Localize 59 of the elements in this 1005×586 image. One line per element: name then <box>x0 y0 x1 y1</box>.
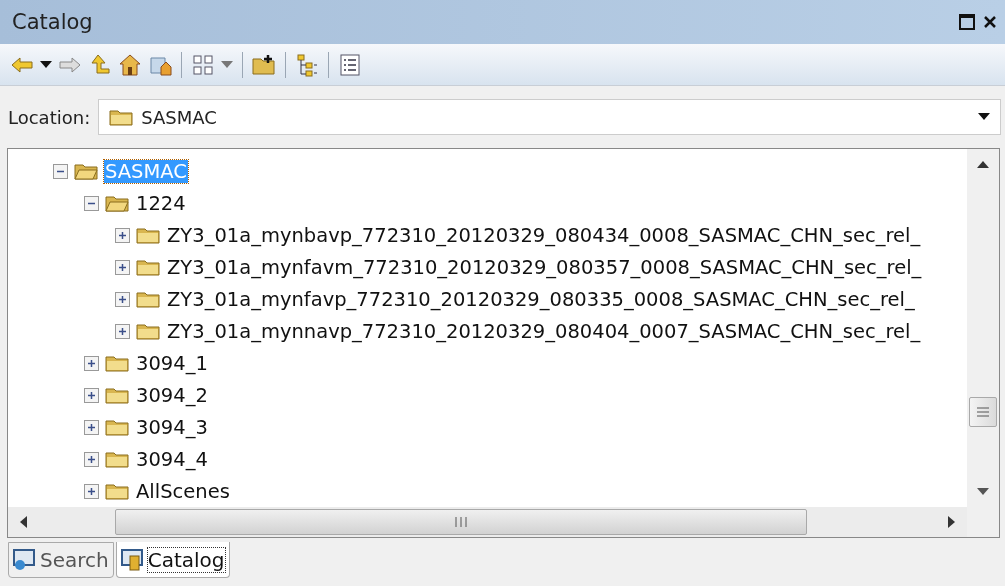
caret-icon[interactable] <box>40 60 52 69</box>
list-view-icon[interactable] <box>338 52 362 77</box>
tab[interactable]: Search <box>8 542 114 578</box>
tab[interactable]: Catalog <box>115 542 230 578</box>
search-window-icon <box>13 549 37 571</box>
folder-icon <box>105 482 129 500</box>
new-folder-icon[interactable] <box>252 52 276 77</box>
caret-icon[interactable] <box>978 113 990 121</box>
tree-item[interactable]: ZY3_01a_mynfavm_772310_20120329_080357_0008_SASMAC_CHN_sec_rel_ <box>166 255 923 279</box>
catalog-window-icon <box>120 548 145 571</box>
expand-icon[interactable] <box>84 419 99 435</box>
tree-item[interactable]: ZY3_01a_mynnavp_772310_20120329_080404_0007_SASMAC_CHN_sec_rel_ <box>166 319 922 343</box>
tree-item[interactable]: 3094_4 <box>135 447 209 471</box>
scroll-right-icon[interactable] <box>948 516 955 528</box>
folder-icon <box>136 290 160 308</box>
maximize-icon[interactable] <box>959 14 975 30</box>
folder-icon <box>105 354 129 372</box>
expand-icon[interactable] <box>115 227 130 243</box>
tree-item[interactable]: 3094_2 <box>135 383 209 407</box>
folder-icon <box>136 226 160 244</box>
expand-icon[interactable] <box>84 451 99 467</box>
scroll-thumb[interactable] <box>969 397 997 427</box>
open-folder-icon <box>74 162 98 180</box>
folder-icon <box>109 108 134 126</box>
tree-item[interactable]: 3094_3 <box>135 415 209 439</box>
horizontal-scrollbar[interactable] <box>8 507 967 537</box>
scroll-down-icon[interactable] <box>977 488 989 495</box>
folder-icon <box>105 450 129 468</box>
tree-item[interactable]: ZY3_01a_mynbavp_772310_20120329_080434_0008_SASMAC_CHN_sec_rel_ <box>166 223 922 247</box>
vertical-scrollbar[interactable] <box>967 149 999 507</box>
location-label: Location: <box>8 106 91 128</box>
window-title: Catalog <box>12 10 93 34</box>
tree-item[interactable]: AllScenes <box>135 479 231 503</box>
expand-icon[interactable] <box>115 291 130 307</box>
scroll-thumb[interactable] <box>115 509 807 535</box>
expand-icon[interactable] <box>115 259 130 275</box>
up-arrow-icon[interactable] <box>88 52 112 77</box>
close-icon[interactable] <box>983 15 997 29</box>
expand-icon[interactable] <box>84 387 99 403</box>
expand-icon[interactable] <box>84 355 99 371</box>
collapse-icon[interactable] <box>84 195 99 211</box>
scroll-left-icon[interactable] <box>20 516 27 528</box>
home-icon[interactable] <box>118 52 142 77</box>
tree-view-icon[interactable] <box>295 52 319 77</box>
scroll-up-icon[interactable] <box>977 161 989 168</box>
open-folder-icon <box>105 194 129 212</box>
collapse-icon[interactable] <box>53 163 68 179</box>
expand-icon[interactable] <box>84 483 99 499</box>
folder-icon <box>105 386 129 404</box>
folder-icon <box>136 258 160 276</box>
tree-item[interactable]: 1224 <box>135 191 187 215</box>
tree-item[interactable]: ZY3_01a_mynfavp_772310_20120329_080335_0008_SASMAC_CHN_sec_rel_ <box>166 287 916 311</box>
location-field[interactable]: SASMAC <box>98 99 1001 135</box>
folder-icon <box>105 418 129 436</box>
folder-icon <box>136 322 160 340</box>
grid-view-icon[interactable] <box>191 52 215 77</box>
tree-item[interactable]: 3094_1 <box>135 351 209 375</box>
expand-icon[interactable] <box>115 323 130 339</box>
scrollbar-corner <box>967 507 999 537</box>
